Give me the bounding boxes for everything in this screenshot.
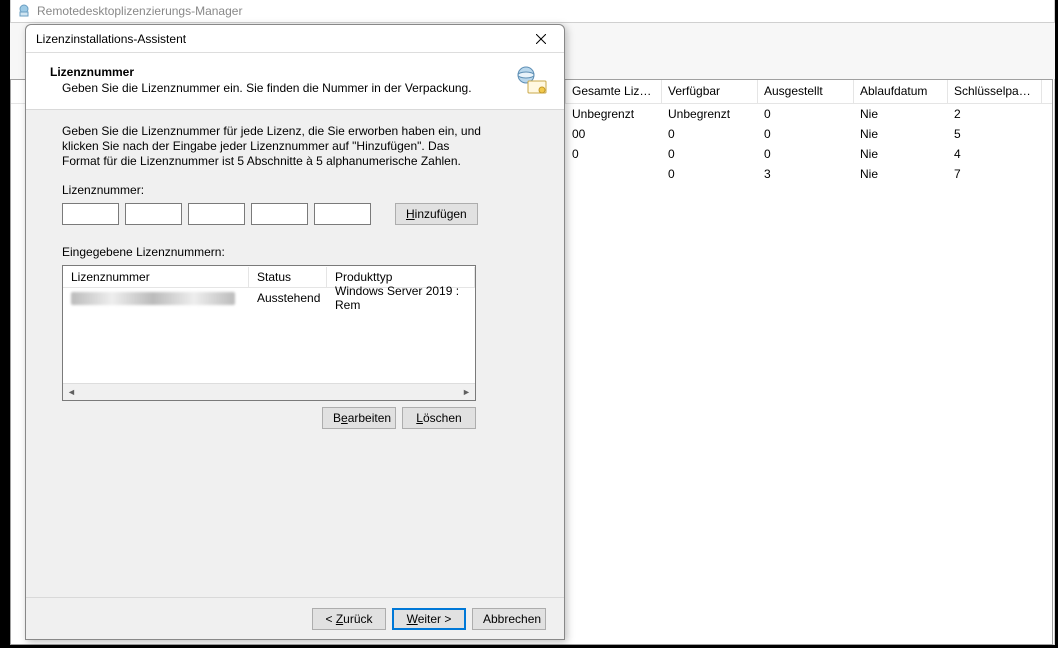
delete-button[interactable]: Löschen [402, 407, 476, 429]
cancel-button[interactable]: Abbrechen [472, 608, 546, 630]
dialog-body: Geben Sie die Lizenznummer für jede Lize… [26, 110, 564, 429]
list-col-status[interactable]: Status [249, 267, 327, 287]
redacted-license-key [71, 292, 235, 305]
add-button[interactable]: Hinzufügen [395, 203, 478, 225]
scroll-left-arrow-icon[interactable]: ◄ [63, 384, 80, 401]
dialog-title: Lizenzinstallations-Assistent [36, 32, 186, 46]
grid-col-pkg[interactable]: Schlüsselpaket... [948, 80, 1042, 103]
list-item[interactable]: Ausstehend Windows Server 2019 : Rem [63, 288, 475, 308]
license-part-3[interactable] [188, 203, 245, 225]
bg-window-title: Remotedesktoplizenzierungs-Manager [37, 0, 242, 22]
grid-col-issued[interactable]: Ausgestellt [758, 80, 854, 103]
dialog-heading: Lizenznummer [42, 65, 514, 79]
scroll-track[interactable] [80, 384, 458, 400]
list-col-number[interactable]: Lizenznummer [63, 267, 249, 287]
license-number-label: Lizenznummer: [62, 183, 532, 197]
back-button[interactable]: < Zurück [312, 608, 386, 630]
license-number-inputs: Hinzufügen [62, 203, 532, 225]
grid-col-available[interactable]: Verfügbar [662, 80, 758, 103]
app-icon [17, 4, 31, 18]
license-install-wizard-dialog: Lizenzinstallations-Assistent Lizenznumm… [25, 24, 565, 640]
edit-button[interactable]: Bearbeiten [322, 407, 396, 429]
grid-col-expiry[interactable]: Ablaufdatum [854, 80, 948, 103]
grid-col-total[interactable]: Gesamte Lizen... [566, 80, 662, 103]
horizontal-scrollbar[interactable]: ◄ ► [63, 383, 475, 400]
dialog-subheading: Geben Sie die Lizenznummer ein. Sie find… [42, 81, 514, 95]
bg-window-titlebar: Remotedesktoplizenzierungs-Manager [11, 0, 1054, 22]
instruction-text: Geben Sie die Lizenznummer für jede Lize… [62, 124, 482, 169]
license-part-4[interactable] [251, 203, 308, 225]
dialog-footer: < Zurück Weiter > Abbrechen [26, 597, 564, 639]
close-button[interactable] [518, 25, 564, 53]
entered-licenses-list[interactable]: Lizenznummer Status Produkttyp Ausstehen… [62, 265, 476, 401]
license-icon [514, 65, 548, 99]
next-button[interactable]: Weiter > [392, 608, 466, 630]
scroll-right-arrow-icon[interactable]: ► [458, 384, 475, 401]
license-part-2[interactable] [125, 203, 182, 225]
entered-licenses-label: Eingegebene Lizenznummern: [62, 245, 532, 259]
license-part-5[interactable] [314, 203, 371, 225]
close-icon [536, 34, 546, 44]
dialog-titlebar[interactable]: Lizenzinstallations-Assistent [26, 25, 564, 53]
license-part-1[interactable] [62, 203, 119, 225]
dialog-header: Lizenznummer Geben Sie die Lizenznummer … [26, 53, 564, 110]
